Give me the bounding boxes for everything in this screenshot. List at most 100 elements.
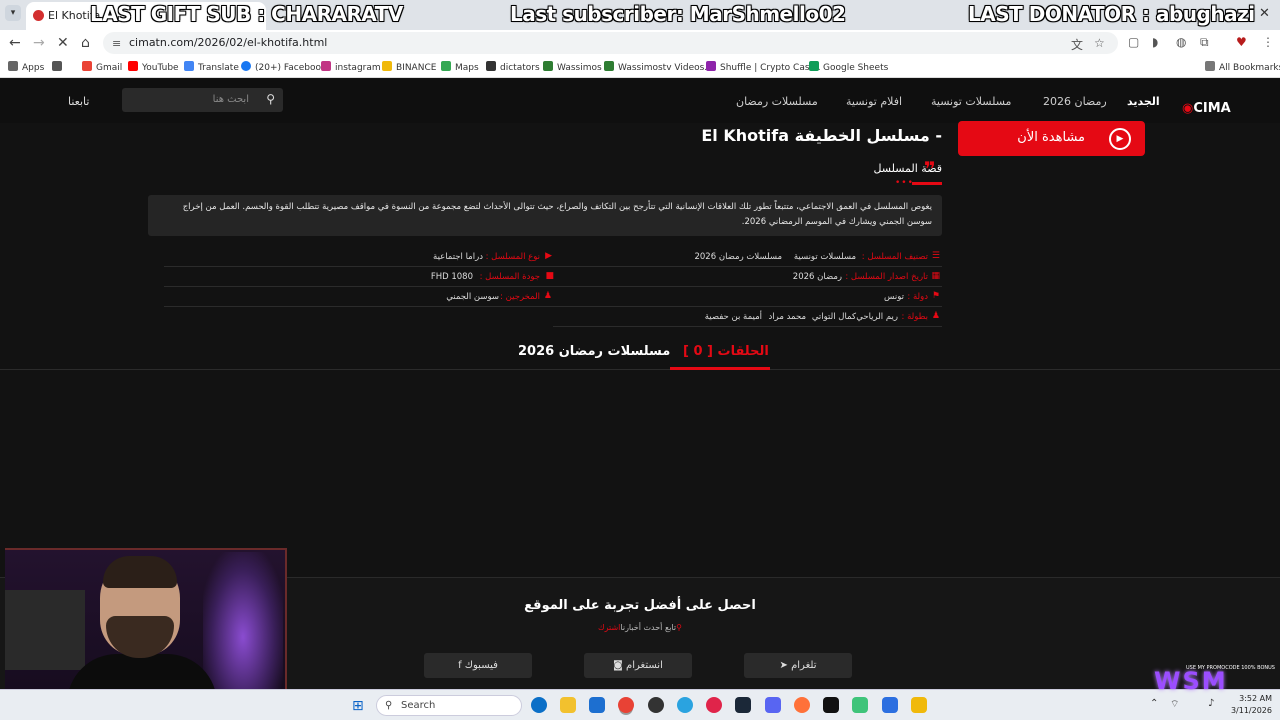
nav-ramadan-2026[interactable]: رمضان 2026 [1043,95,1107,108]
bookmark-maps[interactable]: Maps [441,61,479,73]
search-icon[interactable]: ⚲ [266,92,275,106]
wsm-stream-logo: USE MY PROMOCODE 100% BONUS WSM [1154,665,1275,695]
tab-search-icon[interactable]: ▾ [5,5,21,21]
site-favicon-icon [33,10,44,21]
back-icon[interactable]: ← [9,35,21,51]
audio-icon[interactable]: ◗ [1152,35,1158,49]
address-bar[interactable]: ≡ cimatn.com/2026/02/el-khotifa.html 文 ☆ [103,32,1118,54]
nav-ramadan-series[interactable]: مسلسلات رمضان [736,95,818,108]
tabs-divider [0,369,1280,370]
bookmark-gmail[interactable]: Gmail [82,61,122,73]
volume-icon[interactable]: ♪ [1208,698,1214,709]
tray-arrow-icon[interactable]: ⌃ [1150,698,1158,709]
telegram-app-icon[interactable] [677,697,693,713]
calendar-icon: ▦ [931,271,940,281]
profile-icon[interactable]: ♥ [1236,35,1247,49]
search-placeholder: ابحث هنا [212,94,249,105]
opera-icon[interactable] [706,697,722,713]
bookmark-dictators[interactable]: dictators [486,61,540,73]
app2-icon[interactable] [882,697,898,713]
site-logo[interactable]: ◉CIMA [1182,101,1231,116]
cast-member[interactable]: ريم الرياحي [856,312,898,322]
overlay-last-donator: LAST DONATOR : abughazi [968,2,1255,26]
story-heading: قصة المسلسل [873,162,942,175]
instagram-button[interactable]: ◙ انستغرام [584,653,692,678]
telegram-button[interactable]: ➤ تلغرام [744,653,852,678]
heading-dots: ••• [895,178,914,188]
firefox-icon[interactable] [794,697,810,713]
app-icon[interactable] [852,697,868,713]
bookmark-youtube[interactable]: YouTube [128,61,179,73]
bookmark-shuffle[interactable]: Shuffle | Crypto Casi... [706,61,821,73]
discord-icon[interactable] [765,697,781,713]
cast-member[interactable]: محمد مراد [768,312,806,322]
nav-new[interactable]: الجديد [1127,95,1160,108]
site-info-icon[interactable]: ≡ [112,37,121,50]
extensions-icon[interactable]: ⧉ [1200,35,1209,50]
facebook-icon: f [458,660,465,671]
series-title: El Khotifa مسلسل الخطيفة - [701,126,942,145]
menu-icon[interactable]: ⋮ [1262,35,1274,49]
tab-ramadan-series[interactable]: مسلسلات رمضان 2026 [518,344,670,359]
video-camera-icon: ■ [545,271,554,281]
play-icon: ▶ [1109,128,1131,150]
edge-icon[interactable] [531,697,547,713]
subscribe-search-icon: ⚲ [676,623,682,632]
nav-tunisian-movies[interactable]: افلام تونسية [846,95,902,108]
extension-icon[interactable]: ▢ [1128,35,1139,49]
home-icon[interactable]: ⌂ [81,35,90,51]
taskbar-search[interactable]: ⚲ Search [376,695,522,716]
network-icon[interactable]: ⌔ [1170,698,1179,711]
vpn-icon[interactable]: ◍ [1176,35,1186,49]
nav-tunisian-series[interactable]: مسلسلات تونسية [931,95,1011,108]
chrome-icon[interactable] [618,697,634,713]
bookmark-all[interactable]: All Bookmarks [1205,61,1280,73]
cast-member[interactable]: أميمة بن حفصية [705,312,762,322]
file-explorer-icon[interactable] [560,697,576,713]
bookmark-star-icon[interactable]: ☆ [1094,36,1105,50]
instagram-icon: ◙ [613,660,627,671]
follow-us[interactable]: تابعنا [68,95,89,108]
bookmark-wassimos[interactable]: Wassimos [543,61,602,73]
capcut-icon[interactable] [823,697,839,713]
search-icon: ⚲ [385,700,393,711]
obs-icon[interactable] [648,697,664,713]
store-icon[interactable] [589,697,605,713]
category-tunisian[interactable]: مسلسلات تونسية [794,252,856,262]
bookmark-instagram[interactable]: instagram [321,61,381,73]
close-icon[interactable]: ✕ [1259,6,1270,21]
bookmark-facebook[interactable]: (20+) Facebook [241,61,326,73]
info-country: ⚑ دولة : تونس [553,287,942,307]
bookmarks-bar: Apps Gmail YouTube Translate (20+) Faceb… [0,56,1280,78]
forward-icon[interactable]: → [33,35,45,51]
heading-underline [912,182,942,185]
user-icon: ♟ [931,311,940,321]
tab-episodes[interactable]: الحلقات [ 0 ] [683,344,769,359]
steam-icon[interactable] [735,697,751,713]
stop-icon[interactable]: ✕ [57,35,69,51]
category-ramadan[interactable]: مسلسلات رمضان 2026 [694,252,782,262]
bookmark-google-sheets[interactable]: Google Sheets [809,61,888,73]
bookmark-translate[interactable]: Translate [184,61,239,73]
info-release: ▦ تاريخ اصدار المسلسل : رمضان 2026 [553,267,942,287]
translate-icon[interactable]: 文 [1071,36,1083,53]
bookmark-wassimostv[interactable]: Wassimostv Videos... [604,61,713,73]
windows-start-icon[interactable]: ⊞ [352,698,364,714]
facebook-button[interactable]: f فيسبوك [424,653,532,678]
url-text: cimatn.com/2026/02/el-khotifa.html [129,36,328,49]
bookmark-apps[interactable]: Apps [8,61,44,73]
info-category: ☰ تصنيف المسلسل : مسلسلات تونسية مسلسلات… [553,247,942,267]
site-search[interactable]: ابحث هنا ⚲ [122,88,283,112]
bookmark-grid-icon[interactable] [52,61,66,73]
watch-now-button[interactable]: مشاهدة الأن ▶ [958,121,1145,156]
info-type: ▶ نوع المسلسل : دراما اجتماعية [164,247,554,267]
list-icon: ☰ [931,251,940,261]
play-small-icon: ▶ [545,251,552,261]
info-cast: ♟ بطولة : ريم الرياحي كمال التواتي محمد … [553,307,942,327]
bookmark-binance[interactable]: BINANCE [382,61,436,73]
cast-member[interactable]: كمال التواتي [812,312,856,322]
binance-app-icon[interactable] [911,697,927,713]
info-directors: ♟ المخرجين : سوسن الجمني [164,287,554,307]
windows-taskbar: ⊞ ⚲ Search ⌃ ⌔ ♪ 3:52 AM 3/11/2026 [0,689,1280,720]
flag-icon: ⚑ [931,291,940,301]
